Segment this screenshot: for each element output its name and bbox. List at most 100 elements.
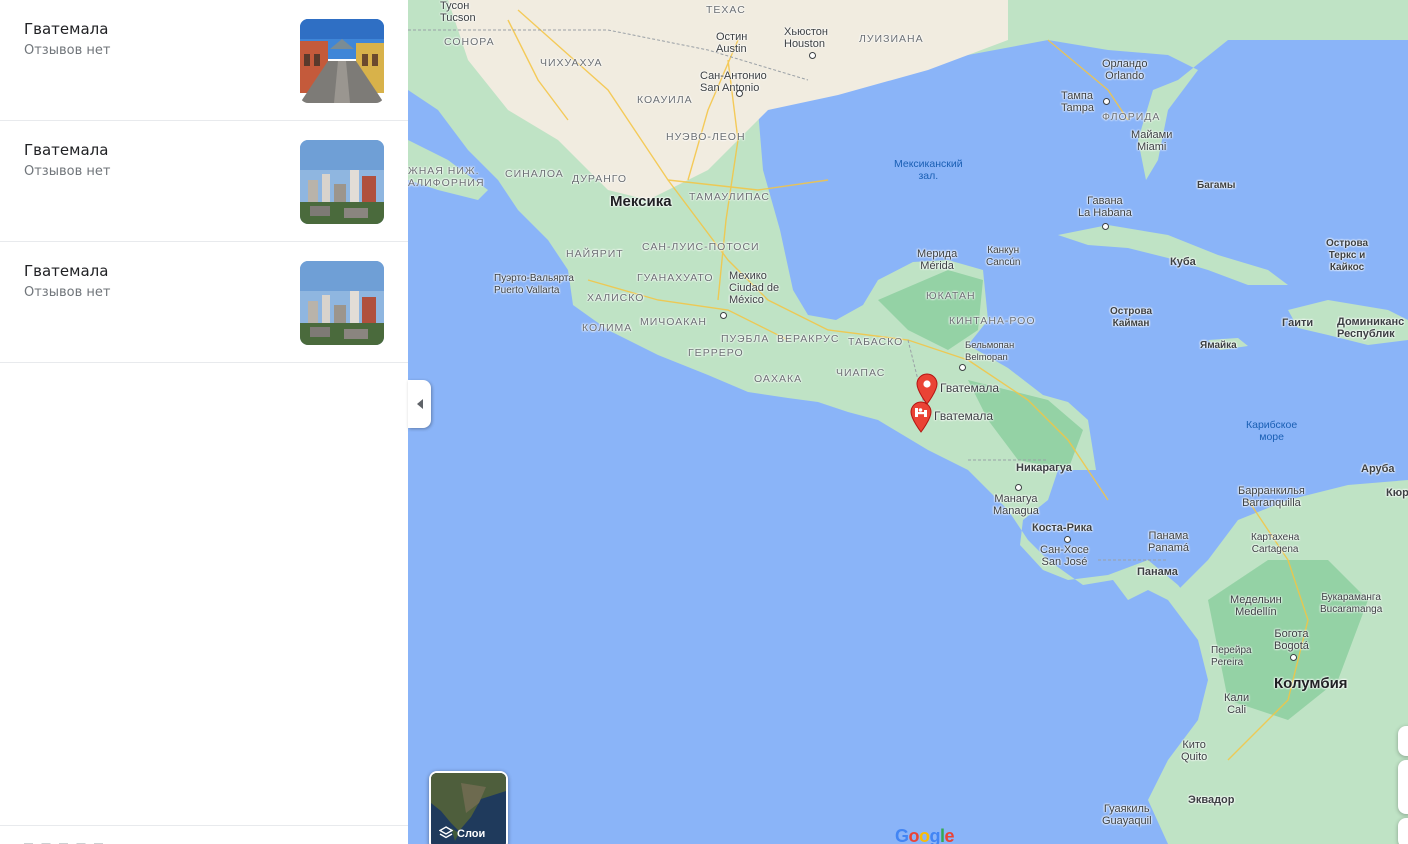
- city-dot: [1064, 536, 1071, 543]
- result-item[interactable]: Гватемала Отзывов нет: [0, 121, 408, 242]
- map-label-region: КОЛИМА: [582, 322, 633, 334]
- result-title[interactable]: Гватемала: [24, 262, 108, 280]
- map-label-region: КОАУИЛА: [637, 94, 693, 106]
- zoom-control[interactable]: [1398, 726, 1408, 756]
- map-label-country: Никарагуа: [1016, 462, 1072, 474]
- map-label-city: Богота Bogotá: [1274, 628, 1309, 652]
- city-dot: [1103, 98, 1110, 105]
- map-label-country: Мексика: [610, 193, 672, 210]
- map-label-city: Тусон Tucson: [440, 0, 476, 24]
- map-label-region: СОНОРА: [444, 36, 495, 48]
- map-label-region: ЖНАЯ НИЖ. АЛИФОРНИЯ: [408, 165, 485, 189]
- map-label-country: Доминиканс Республик: [1337, 316, 1405, 340]
- map-label-city: Сан-Хосе San José: [1040, 544, 1089, 568]
- map-label-city: Орландо Orlando: [1102, 58, 1148, 82]
- map-label-region: ЧИХУАХУА: [540, 57, 603, 69]
- map-label-region: ЧИАПАС: [836, 367, 886, 379]
- map-label-region: ГЕРРЕРО: [688, 347, 744, 359]
- result-reviews: Отзывов нет: [24, 285, 111, 300]
- pegman-control[interactable]: [1398, 760, 1408, 814]
- map-label-city: Майами Miami: [1131, 129, 1173, 153]
- map-label-city: Барранкилья Barranquilla: [1238, 485, 1305, 509]
- map-label-region: ЮКАТАН: [926, 290, 976, 302]
- map-label-region: МИЧОАКАН: [640, 316, 707, 328]
- map-label-city: Сан-Антонио San Antonio: [700, 70, 767, 94]
- result-item[interactable]: Гватемала Отзывов нет: [0, 0, 408, 121]
- result-photo[interactable]: [300, 19, 384, 103]
- result-reviews: Отзывов нет: [24, 164, 111, 179]
- map-label-region: ТАМАУЛИПАС: [689, 191, 771, 203]
- result-photo[interactable]: [300, 140, 384, 224]
- map-label-region: ОАХАКА: [754, 373, 803, 385]
- map-label-country: Колумбия: [1274, 675, 1348, 692]
- maps-app: Гватемала Отзывов нет Гватемала Отзывов …: [0, 0, 1408, 844]
- map-label-country: Острова Теркс и Кайкос: [1326, 238, 1369, 273]
- city-dot: [809, 52, 816, 59]
- pin-label[interactable]: Гватемала: [940, 382, 999, 394]
- panel-footer: — — — — —: [0, 825, 408, 844]
- map-label-country: Эквадор: [1188, 794, 1235, 806]
- layers-label: Слои: [457, 828, 486, 840]
- layers-button[interactable]: Слои: [429, 771, 508, 844]
- map-label-country: Ямайка: [1200, 340, 1237, 351]
- map-label-region: ПУЭБЛА: [721, 333, 770, 345]
- collapse-panel-button[interactable]: [408, 380, 431, 428]
- map-label-region: КИНТАНА-РОО: [949, 315, 1036, 327]
- map-label-country: Куба: [1170, 256, 1196, 268]
- city-dot: [1015, 484, 1022, 491]
- map-label-city: Бельмопан Belmopan: [965, 340, 1015, 363]
- layers-icon: [438, 826, 454, 844]
- map-label-region: ХАЛИСКО: [587, 292, 645, 304]
- map-label-city: Манагуа Managua: [993, 493, 1039, 517]
- map-pin[interactable]: [910, 401, 932, 438]
- map-label-city: Мерида Mérida: [917, 248, 958, 272]
- map-label-city: Перейра Pereira: [1211, 645, 1252, 668]
- map-label-country: Панама: [1137, 566, 1178, 578]
- map-label-region: СИНАЛОА: [505, 168, 564, 180]
- map-label-city: Кали Cali: [1224, 692, 1250, 716]
- map-label-country: Гаити: [1282, 317, 1314, 329]
- map-label-region: ДУРАНГО: [572, 173, 628, 185]
- map-label-city: Медельин Medellín: [1230, 594, 1282, 618]
- map-label-region: ФЛОРИДА: [1102, 111, 1161, 123]
- map-label-water: Мексиканский зал.: [894, 158, 963, 182]
- results-panel: Гватемала Отзывов нет Гватемала Отзывов …: [0, 0, 408, 844]
- map-label-country: Коста-Рика: [1032, 522, 1093, 534]
- map-label-country: Кюр: [1386, 487, 1408, 499]
- map-label-city: Букараманга Bucaramanga: [1320, 592, 1383, 615]
- city-dot: [1102, 223, 1109, 230]
- map-label-city: Мехико Ciudad de México: [729, 270, 780, 306]
- map-label-city: Тампа Tampa: [1061, 90, 1095, 114]
- result-photo[interactable]: [300, 261, 384, 345]
- result-title[interactable]: Гватемала: [24, 141, 108, 159]
- city-dot: [959, 364, 966, 371]
- google-logo: Google: [895, 826, 955, 844]
- map-label-city: Хьюстон Houston: [784, 26, 828, 50]
- map-label-region: НАЙЯРИТ: [566, 248, 624, 260]
- map-label-region: НУЭВО-ЛЕОН: [666, 131, 746, 143]
- map-label-city: Остин Austin: [716, 31, 748, 55]
- result-item[interactable]: Гватемала Отзывов нет: [0, 242, 408, 363]
- map-label-region: ЛУИЗИАНА: [859, 33, 924, 45]
- hotel-pin-icon: [910, 401, 932, 433]
- map-label-country: Багамы: [1197, 180, 1236, 191]
- pin-label[interactable]: Гватемала: [934, 410, 993, 422]
- result-title[interactable]: Гватемала: [24, 20, 108, 38]
- map-label-city: Канкун Cancún: [986, 245, 1021, 268]
- caret-left-icon: [416, 399, 423, 409]
- map-label-city: Гавана La Habana: [1078, 195, 1132, 219]
- map-canvas[interactable]: Тусон Tucson ТЕХАС СОНОРА Остин Austin Хью…: [408, 0, 1408, 844]
- map-label-city: Кито Quito: [1181, 739, 1208, 763]
- map-label-region: ГУАНАХУАТО: [637, 272, 714, 284]
- map-label-region: ТЕХАС: [706, 4, 746, 16]
- map-control[interactable]: [1398, 818, 1408, 844]
- map-label-city: Панама Panamá: [1148, 530, 1189, 554]
- city-dot: [720, 312, 727, 319]
- map-label-city: Пуэрто-Вальярта Puerto Vallarta: [494, 273, 574, 296]
- city-dot: [736, 90, 743, 97]
- map-label-region: ТАБАСКО: [848, 336, 904, 348]
- map-label-region: САН-ЛУИС-ПОТОСИ: [642, 241, 760, 253]
- map-label-water: Карибское море: [1246, 419, 1298, 443]
- map-label-region: ВЕРАКРУС: [777, 333, 840, 345]
- result-reviews: Отзывов нет: [24, 43, 111, 58]
